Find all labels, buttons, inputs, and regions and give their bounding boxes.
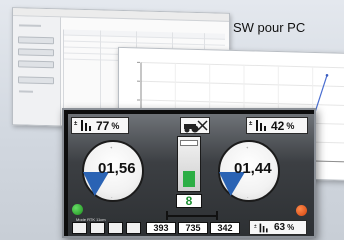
sidebar-button[interactable]: [18, 36, 54, 45]
bottom-empty-box: [126, 222, 141, 234]
level-icon: ±: [254, 223, 268, 232]
scale-line: [168, 215, 216, 217]
sidebar: [13, 16, 61, 126]
bottom-empty-box: [90, 222, 105, 234]
right-gauge: + - 01,44: [218, 140, 280, 202]
width-scale: [166, 211, 218, 220]
right-gauge-reading: 01,44: [234, 160, 272, 177]
chart-gridline: [141, 61, 344, 69]
svg-text:±: ±: [254, 223, 257, 229]
level-icon: ±: [74, 120, 91, 131]
left-percent-value: 77: [96, 118, 110, 133]
toolbar: [63, 19, 225, 30]
caption-label: SW pour PC: [233, 20, 306, 35]
bottom-empty-box: [108, 222, 123, 234]
mode-icon-box: [180, 117, 210, 134]
level-icon: ±: [249, 120, 266, 131]
right-percent-value: 42: [271, 118, 285, 133]
sidebar-button[interactable]: [18, 76, 54, 85]
tractor-icon: [184, 120, 208, 133]
bottom-value-3: 342: [210, 222, 240, 234]
display-panel: ± 77 % ± 42 % + - 01,56 8 + - 01,44 Mode…: [68, 114, 314, 236]
depth-indicator: [177, 136, 201, 192]
bottom-percent-unit: %: [287, 223, 295, 232]
svg-text:±: ±: [74, 121, 78, 127]
bottom-percent-box: ± 63 %: [249, 220, 307, 235]
sidebar-button[interactable]: [18, 60, 54, 69]
machine-display: ± 77 % ± 42 % + - 01,56 8 + - 01,44 Mode…: [62, 108, 316, 238]
bottom-value-1: 393: [146, 222, 176, 234]
right-status-light: [296, 205, 307, 216]
sidebar-button[interactable]: [18, 48, 54, 57]
left-status-light: [72, 204, 83, 215]
left-percent-box: ± 77 %: [71, 117, 129, 134]
depth-indicator-fill: [183, 171, 195, 187]
sidebar-text-line: [19, 24, 41, 27]
svg-text:±: ±: [249, 121, 253, 127]
right-percent-box: ± 42 %: [246, 117, 308, 134]
left-gauge-reading: 01,56: [98, 160, 136, 177]
left-percent-unit: %: [111, 120, 120, 131]
gear-value: 8: [176, 194, 202, 208]
chart-gridline: [141, 80, 344, 88]
scale-end: [216, 211, 218, 220]
chart-gridline: [141, 99, 344, 106]
depth-indicator-cap: [180, 140, 198, 146]
bottom-value-2: 735: [178, 222, 208, 234]
bottom-empty-box: [72, 222, 87, 234]
left-gauge: + - 01,56: [82, 140, 144, 202]
right-percent-unit: %: [286, 120, 295, 131]
bottom-percent-value: 63: [274, 222, 286, 233]
sidebar-text-line: [19, 90, 33, 93]
